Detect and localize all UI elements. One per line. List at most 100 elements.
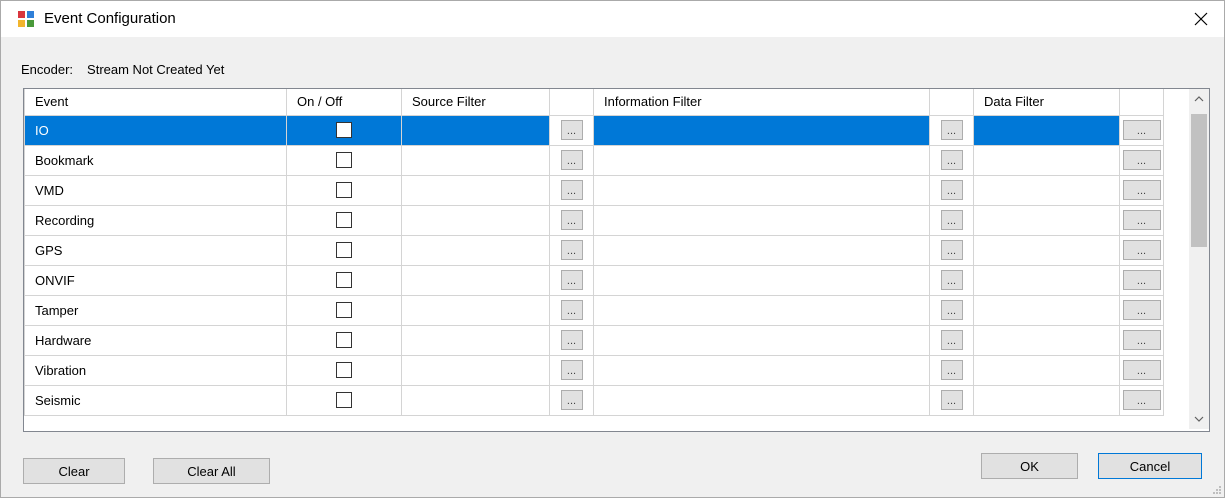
resize-grip-icon[interactable] [1212,485,1222,495]
source-filter-browse-button[interactable]: ... [560,390,583,410]
table-row[interactable]: VMD......... [24,174,1164,206]
onoff-checkbox[interactable] [336,362,352,378]
source-filter-cell[interactable] [401,234,550,266]
data-filter-browse-button[interactable]: ... [1122,240,1161,260]
data-filter-cell[interactable] [973,234,1120,266]
close-button[interactable] [1178,1,1224,37]
scroll-down-button[interactable] [1189,409,1209,429]
onoff-checkbox[interactable] [336,152,352,168]
onoff-checkbox[interactable] [336,272,352,288]
source-filter-cell[interactable] [401,114,550,146]
data-filter-cell[interactable] [973,384,1120,416]
data-filter-cell[interactable] [973,204,1120,236]
onoff-checkbox[interactable] [336,302,352,318]
column-header-event[interactable]: Event [24,89,287,116]
source-filter-browse-button[interactable]: ... [560,330,583,350]
data-filter-browse-button[interactable]: ... [1122,390,1161,410]
onoff-checkbox[interactable] [336,122,352,138]
information-filter-browse-button[interactable]: ... [940,330,963,350]
source-filter-browse-button[interactable]: ... [560,300,583,320]
event-name-cell[interactable]: IO [24,114,287,146]
data-filter-browse-button[interactable]: ... [1122,330,1161,350]
cancel-button[interactable]: Cancel [1098,453,1202,479]
column-header-data-filter[interactable]: Data Filter [973,89,1120,116]
data-filter-cell[interactable] [973,264,1120,296]
source-filter-browse-button[interactable]: ... [560,120,583,140]
data-filter-browse-button[interactable]: ... [1122,270,1161,290]
clear-button[interactable]: Clear [23,458,125,484]
ok-button[interactable]: OK [981,453,1078,479]
table-row[interactable]: IO......... [24,114,1164,146]
source-filter-cell[interactable] [401,174,550,206]
information-filter-browse-button[interactable]: ... [940,120,963,140]
data-filter-browse-button[interactable]: ... [1122,300,1161,320]
table-row[interactable]: Vibration......... [24,354,1164,386]
information-filter-cell[interactable] [593,384,930,416]
event-name-cell[interactable]: Recording [24,204,287,236]
source-filter-browse-button[interactable]: ... [560,150,583,170]
event-name-cell[interactable]: Seismic [24,384,287,416]
source-filter-browse-button[interactable]: ... [560,270,583,290]
scroll-up-button[interactable] [1189,89,1209,109]
information-filter-cell[interactable] [593,264,930,296]
vertical-scrollbar[interactable] [1189,89,1209,429]
source-filter-cell[interactable] [401,294,550,326]
data-filter-cell[interactable] [973,114,1120,146]
data-filter-cell[interactable] [973,354,1120,386]
data-filter-cell[interactable] [973,324,1120,356]
source-filter-cell[interactable] [401,144,550,176]
table-row[interactable]: ONVIF......... [24,264,1164,296]
information-filter-cell[interactable] [593,234,930,266]
onoff-checkbox[interactable] [336,392,352,408]
information-filter-browse-button[interactable]: ... [940,150,963,170]
onoff-checkbox[interactable] [336,182,352,198]
table-row[interactable]: Recording......... [24,204,1164,236]
table-row[interactable]: Hardware......... [24,324,1164,356]
scroll-thumb[interactable] [1191,114,1207,247]
column-header-source-filter[interactable]: Source Filter [401,89,550,116]
source-filter-browse-button[interactable]: ... [560,210,583,230]
information-filter-browse-button[interactable]: ... [940,300,963,320]
information-filter-cell[interactable] [593,294,930,326]
information-filter-cell[interactable] [593,354,930,386]
information-filter-cell[interactable] [593,174,930,206]
data-filter-cell[interactable] [973,144,1120,176]
information-filter-browse-button[interactable]: ... [940,240,963,260]
table-row[interactable]: Bookmark......... [24,144,1164,176]
information-filter-browse-button[interactable]: ... [940,390,963,410]
data-filter-browse-button[interactable]: ... [1122,120,1161,140]
column-header-information-filter[interactable]: Information Filter [593,89,930,116]
information-filter-cell[interactable] [593,144,930,176]
data-filter-cell[interactable] [973,294,1120,326]
source-filter-cell[interactable] [401,324,550,356]
onoff-checkbox[interactable] [336,242,352,258]
source-filter-browse-button[interactable]: ... [560,240,583,260]
table-row[interactable]: Tamper......... [24,294,1164,326]
clear-all-button[interactable]: Clear All [153,458,270,484]
source-filter-cell[interactable] [401,354,550,386]
information-filter-cell[interactable] [593,114,930,146]
event-name-cell[interactable]: Bookmark [24,144,287,176]
data-filter-browse-button[interactable]: ... [1122,180,1161,200]
data-filter-cell[interactable] [973,174,1120,206]
event-name-cell[interactable]: Tamper [24,294,287,326]
event-name-cell[interactable]: Vibration [24,354,287,386]
onoff-checkbox[interactable] [336,212,352,228]
table-row[interactable]: GPS......... [24,234,1164,266]
information-filter-cell[interactable] [593,204,930,236]
column-header-onoff[interactable]: On / Off [286,89,402,116]
event-name-cell[interactable]: ONVIF [24,264,287,296]
source-filter-cell[interactable] [401,384,550,416]
source-filter-browse-button[interactable]: ... [560,360,583,380]
onoff-checkbox[interactable] [336,332,352,348]
information-filter-browse-button[interactable]: ... [940,270,963,290]
data-filter-browse-button[interactable]: ... [1122,360,1161,380]
data-filter-browse-button[interactable]: ... [1122,150,1161,170]
source-filter-cell[interactable] [401,204,550,236]
event-name-cell[interactable]: Hardware [24,324,287,356]
table-row[interactable]: Seismic......... [24,384,1164,416]
source-filter-cell[interactable] [401,264,550,296]
source-filter-browse-button[interactable]: ... [560,180,583,200]
information-filter-browse-button[interactable]: ... [940,180,963,200]
event-name-cell[interactable]: VMD [24,174,287,206]
